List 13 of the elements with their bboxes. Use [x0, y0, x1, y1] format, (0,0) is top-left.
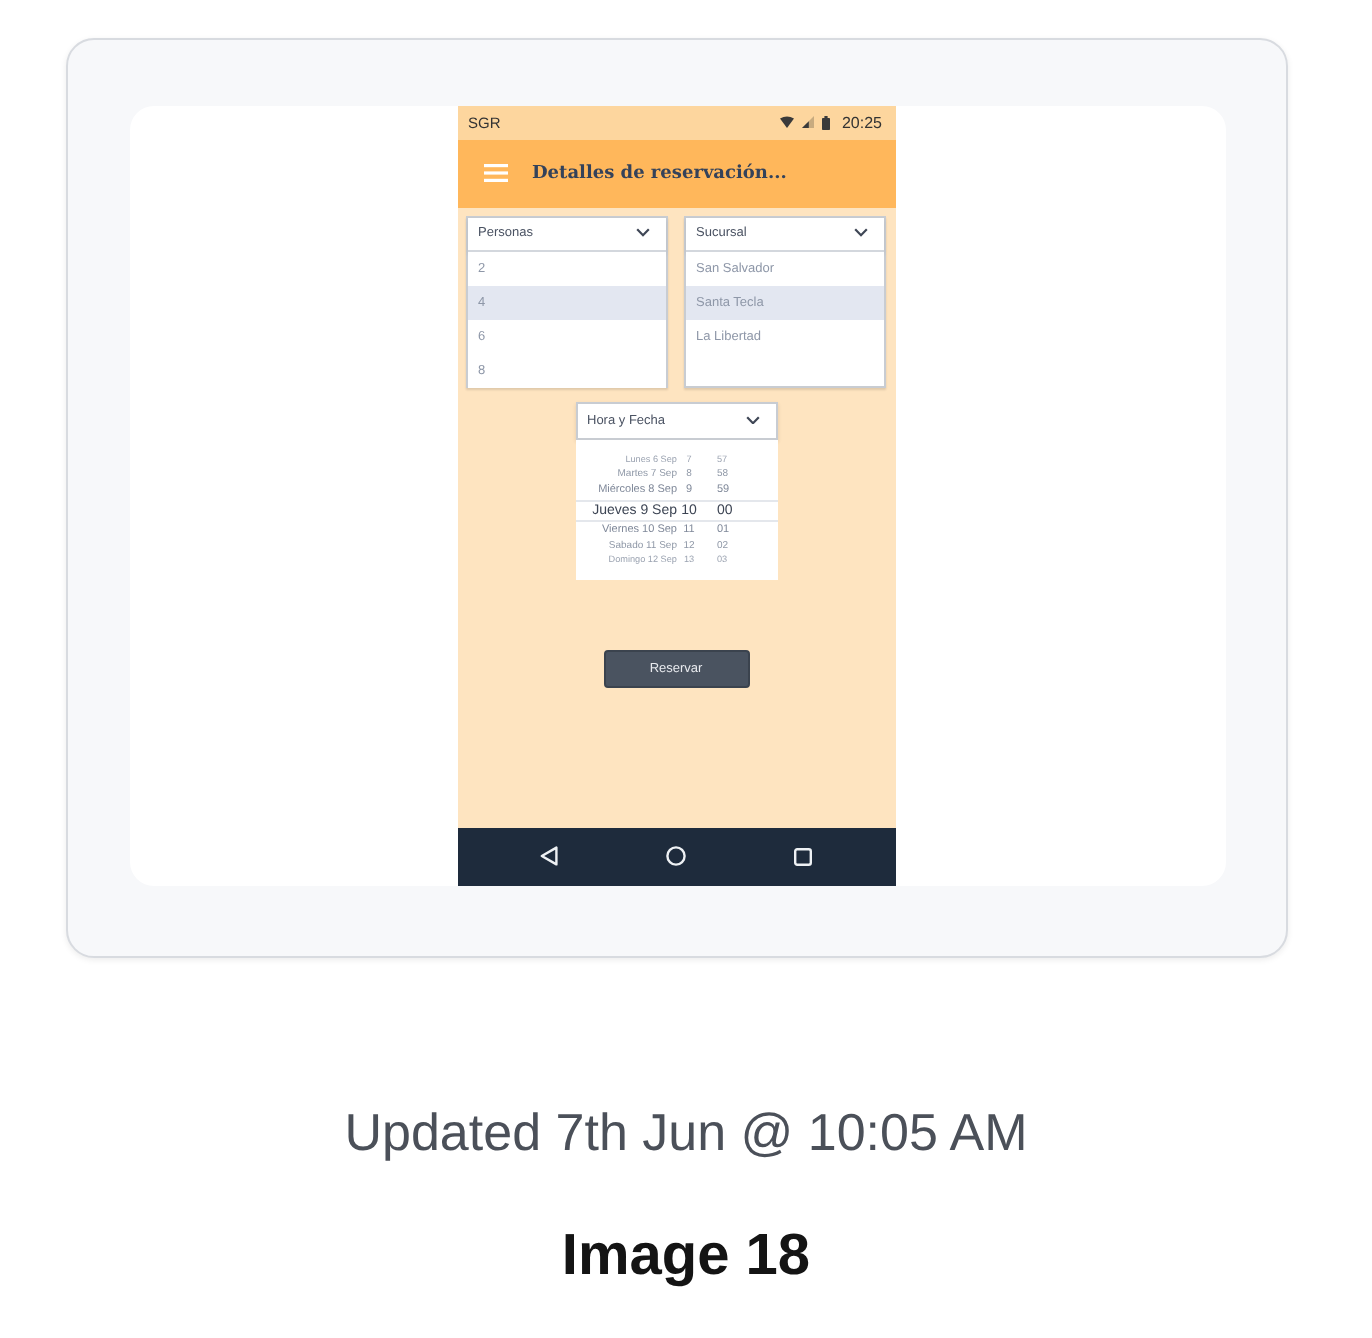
status-time: 20:25 — [841, 113, 882, 131]
home-icon[interactable] — [665, 846, 685, 866]
battery-icon — [821, 115, 830, 129]
signal-icon — [801, 116, 814, 128]
chevron-down-icon — [636, 228, 650, 238]
chevron-down-icon — [745, 415, 759, 425]
updated-caption: Updated 7th Jun @ 10:05 AM — [344, 1102, 1028, 1162]
app-title: Detalles de reservación... — [532, 163, 787, 183]
recents-icon[interactable] — [793, 847, 811, 865]
back-icon[interactable] — [539, 846, 557, 866]
image-title: Image 18 — [561, 1224, 811, 1288]
wifi-icon — [779, 116, 794, 128]
chevron-down-icon — [854, 228, 868, 238]
